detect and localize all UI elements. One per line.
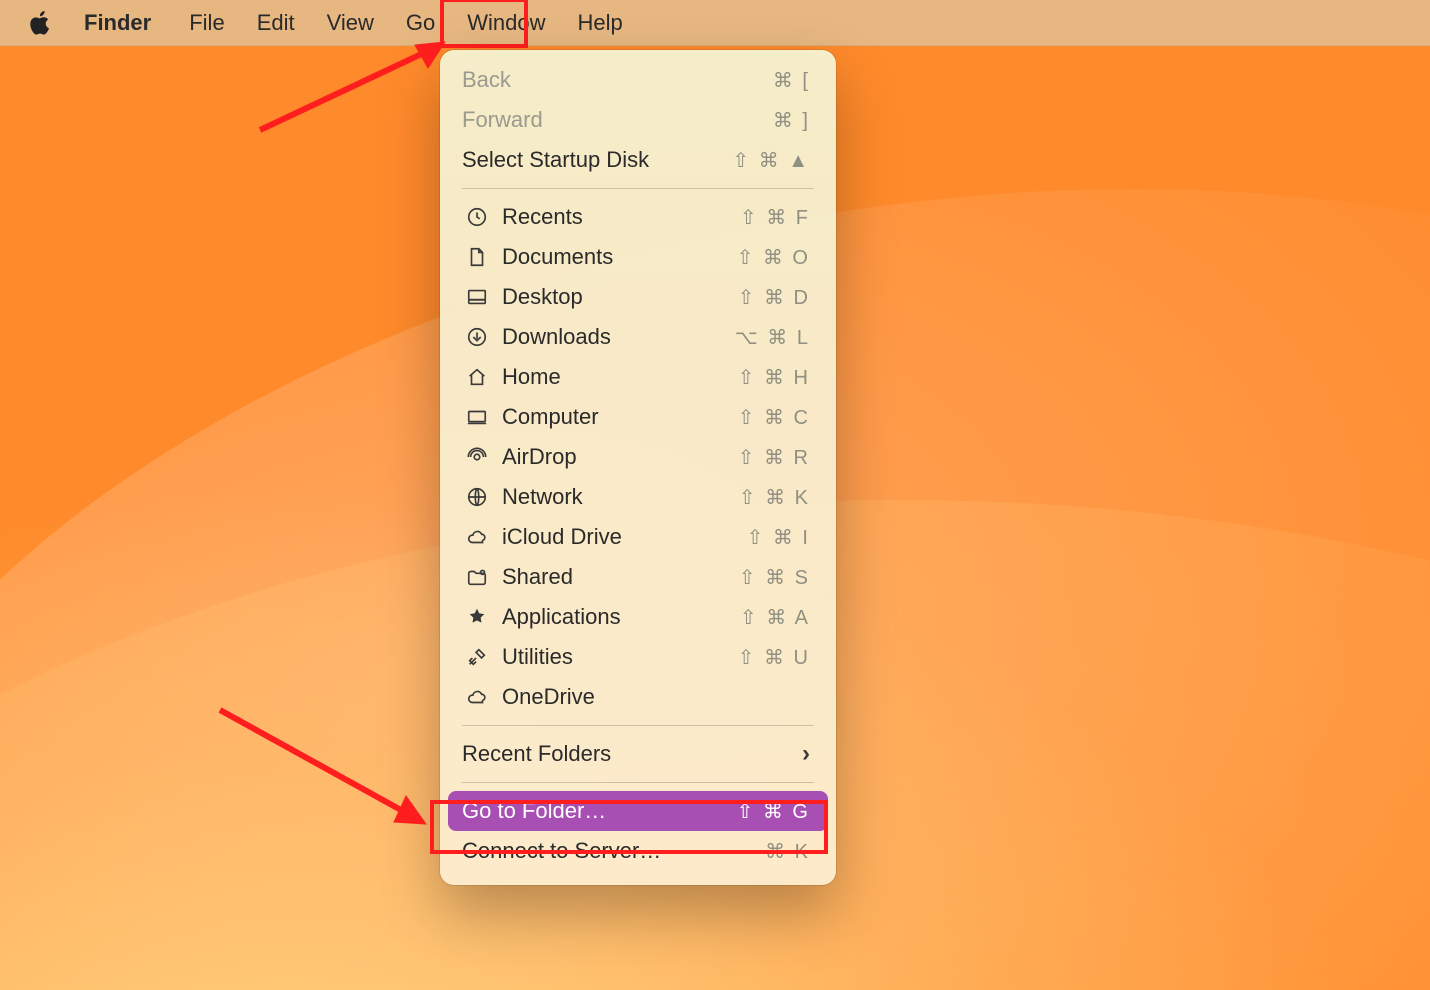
shared-icon xyxy=(462,566,492,588)
home-icon xyxy=(462,366,492,388)
menu-item-forward[interactable]: Forward ⌘ ] xyxy=(448,100,828,140)
shortcut: ⇧ ⌘ C xyxy=(738,405,810,430)
shortcut: ⇧ ⌘ A xyxy=(740,605,810,630)
shortcut: ⌘ [ xyxy=(773,68,810,93)
shortcut: ⇧ ⌘ ▲ xyxy=(732,148,810,173)
applications-icon xyxy=(462,606,492,628)
icloud-icon xyxy=(462,526,492,548)
menu-item-label: Connect to Server… xyxy=(462,838,765,864)
menu-item-computer[interactable]: Computer ⇧ ⌘ C xyxy=(448,397,828,437)
menu-item-label: Desktop xyxy=(502,284,738,310)
menu-item-applications[interactable]: Applications ⇧ ⌘ A xyxy=(448,597,828,637)
menu-item-label: OneDrive xyxy=(502,684,810,710)
menu-item-icloud-drive[interactable]: iCloud Drive ⇧ ⌘ I xyxy=(448,517,828,557)
shortcut: ⌥ ⌘ L xyxy=(735,325,810,350)
menu-item-go-to-folder[interactable]: Go to Folder… ⇧ ⌘ G xyxy=(448,791,828,831)
menu-item-home[interactable]: Home ⇧ ⌘ H xyxy=(448,357,828,397)
menu-item-recent-folders[interactable]: Recent Folders › xyxy=(448,734,828,774)
annotation-arrow-to-go xyxy=(250,30,470,140)
utilities-icon xyxy=(462,646,492,668)
menu-item-connect-to-server[interactable]: Connect to Server… ⌘ K xyxy=(448,831,828,871)
apple-menu-icon[interactable] xyxy=(28,10,54,36)
menu-item-select-startup-disk[interactable]: Select Startup Disk ⇧ ⌘ ▲ xyxy=(448,140,828,180)
shortcut: ⇧ ⌘ H xyxy=(738,365,810,390)
menu-separator xyxy=(462,725,814,726)
shortcut: ⇧ ⌘ S xyxy=(739,565,810,590)
menu-item-label: Utilities xyxy=(502,644,738,670)
menu-item-label: Select Startup Disk xyxy=(462,147,732,173)
menu-item-network[interactable]: Network ⇧ ⌘ K xyxy=(448,477,828,517)
menu-item-shared[interactable]: Shared ⇧ ⌘ S xyxy=(448,557,828,597)
menu-item-onedrive[interactable]: OneDrive xyxy=(448,677,828,717)
menu-item-label: AirDrop xyxy=(502,444,738,470)
menu-item-label: Documents xyxy=(502,244,737,270)
submenu-chevron-icon: › xyxy=(802,740,810,768)
menu-item-label: Recent Folders xyxy=(462,741,802,767)
shortcut: ⇧ ⌘ K xyxy=(739,485,810,510)
menu-item-label: Recents xyxy=(502,204,740,230)
menubar-item-file[interactable]: File xyxy=(173,0,240,46)
menubar-item-edit[interactable]: Edit xyxy=(241,0,311,46)
document-icon xyxy=(462,246,492,268)
menu-item-recents[interactable]: Recents ⇧ ⌘ F xyxy=(448,197,828,237)
menubar-item-help[interactable]: Help xyxy=(562,0,639,46)
menubar: Finder File Edit View Go Window Help xyxy=(0,0,1430,46)
menu-separator xyxy=(462,782,814,783)
menubar-item-window[interactable]: Window xyxy=(451,0,561,46)
go-menu-dropdown: Back ⌘ [ Forward ⌘ ] Select Startup Disk… xyxy=(440,50,836,885)
menu-item-label: Shared xyxy=(502,564,739,590)
menu-item-label: Back xyxy=(462,67,773,93)
menubar-app-name[interactable]: Finder xyxy=(80,0,173,46)
menu-item-label: Applications xyxy=(502,604,740,630)
shortcut: ⌘ K xyxy=(765,839,810,864)
menu-item-label: iCloud Drive xyxy=(502,524,747,550)
menu-item-label: Go to Folder… xyxy=(462,798,737,824)
menu-item-label: Forward xyxy=(462,107,773,133)
shortcut: ⇧ ⌘ D xyxy=(738,285,810,310)
menu-item-label: Network xyxy=(502,484,739,510)
menu-item-airdrop[interactable]: AirDrop ⇧ ⌘ R xyxy=(448,437,828,477)
shortcut: ⇧ ⌘ U xyxy=(738,645,810,670)
onedrive-icon xyxy=(462,686,492,708)
menu-item-downloads[interactable]: Downloads ⌥ ⌘ L xyxy=(448,317,828,357)
shortcut: ⇧ ⌘ G xyxy=(737,799,810,824)
menu-item-label: Downloads xyxy=(502,324,735,350)
downloads-icon xyxy=(462,326,492,348)
menu-item-utilities[interactable]: Utilities ⇧ ⌘ U xyxy=(448,637,828,677)
menu-item-back[interactable]: Back ⌘ [ xyxy=(448,60,828,100)
menu-item-documents[interactable]: Documents ⇧ ⌘ O xyxy=(448,237,828,277)
shortcut: ⇧ ⌘ I xyxy=(747,525,810,550)
menu-item-label: Home xyxy=(502,364,738,390)
airdrop-icon xyxy=(462,446,492,468)
menu-separator xyxy=(462,188,814,189)
annotation-arrow-to-go-to-folder xyxy=(210,700,450,850)
menu-item-label: Computer xyxy=(502,404,738,430)
network-icon xyxy=(462,486,492,508)
shortcut: ⇧ ⌘ R xyxy=(738,445,810,470)
computer-icon xyxy=(462,406,492,428)
desktop-wallpaper: Finder File Edit View Go Window Help Bac… xyxy=(0,0,1430,990)
shortcut: ⇧ ⌘ F xyxy=(740,205,810,230)
menubar-item-go[interactable]: Go xyxy=(390,0,451,46)
shortcut: ⇧ ⌘ O xyxy=(737,245,810,270)
desktop-icon xyxy=(462,286,492,308)
menubar-item-view[interactable]: View xyxy=(311,0,390,46)
shortcut: ⌘ ] xyxy=(773,108,810,133)
clock-icon xyxy=(462,206,492,228)
menu-item-desktop[interactable]: Desktop ⇧ ⌘ D xyxy=(448,277,828,317)
